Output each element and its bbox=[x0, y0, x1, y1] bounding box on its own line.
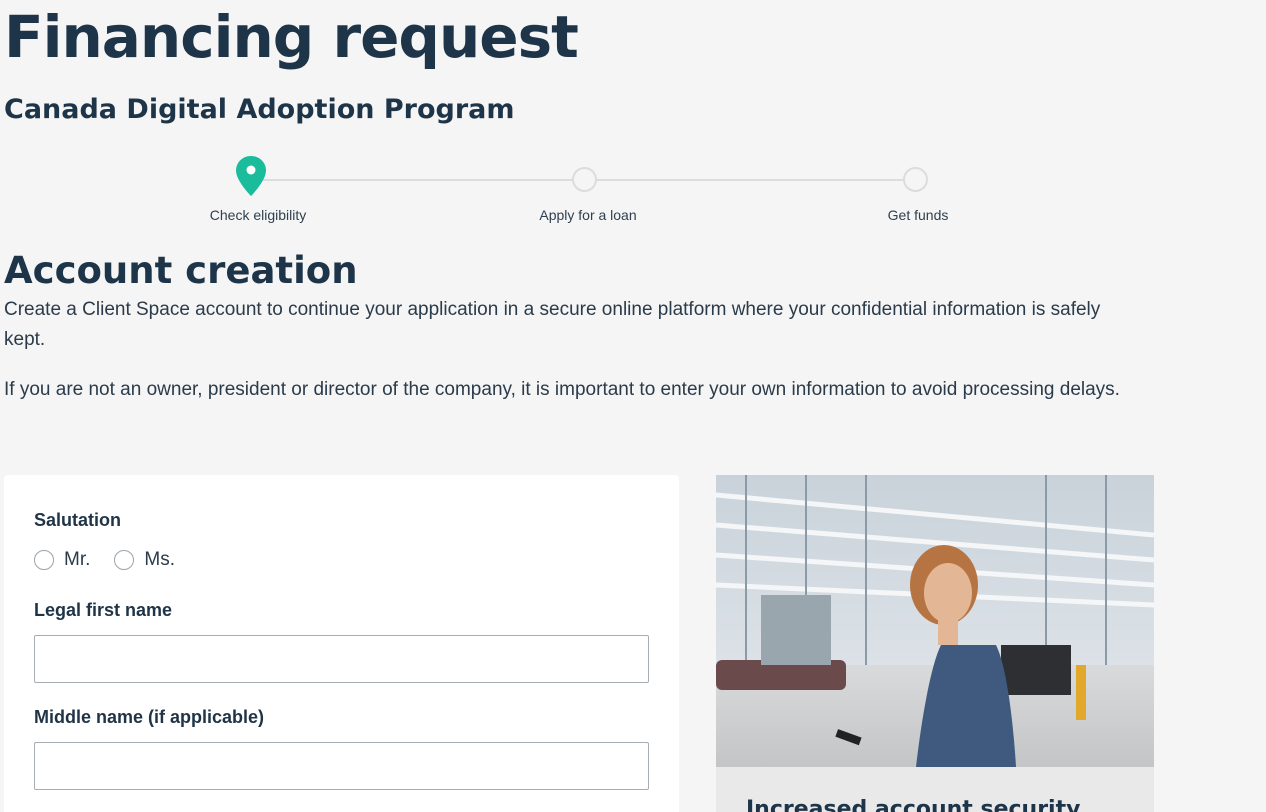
radio-button[interactable] bbox=[34, 550, 54, 570]
intro-paragraph-1: Create a Client Space account to continu… bbox=[4, 299, 1101, 350]
salutation-mr-label: Mr. bbox=[64, 549, 91, 570]
step-3-label: Get funds bbox=[887, 207, 949, 223]
location-pin-icon bbox=[236, 156, 266, 196]
salutation-radio-group: Mr. Ms. bbox=[34, 549, 199, 571]
warehouse-woman-photo bbox=[716, 475, 1154, 767]
middle-name-label: Middle name (if applicable) bbox=[34, 707, 265, 727]
salutation-ms-label: Ms. bbox=[144, 549, 175, 570]
middle-name-field[interactable] bbox=[34, 742, 649, 790]
first-name-label: Legal first name bbox=[34, 600, 173, 620]
step-1-label: Check eligibility bbox=[209, 207, 307, 223]
page-title: Financing request bbox=[4, 3, 579, 71]
security-info-card: Increased account security bbox=[716, 475, 1154, 812]
step-2-marker bbox=[572, 167, 597, 192]
progress-stepper: Check eligibility Apply for a loan Get f… bbox=[0, 150, 1266, 230]
step-3-marker bbox=[903, 167, 928, 192]
page-subtitle: Canada Digital Adoption Program bbox=[4, 94, 515, 125]
intro-paragraph-2: If you are not an owner, president or di… bbox=[4, 379, 1120, 400]
first-name-field[interactable] bbox=[34, 635, 649, 683]
radio-button[interactable] bbox=[114, 550, 135, 570]
account-form: Salutation Mr. Ms. Legal first name Midd… bbox=[4, 475, 679, 812]
step-2-label: Apply for a loan bbox=[539, 207, 637, 223]
section-title: Account creation bbox=[4, 249, 358, 292]
card-bottom: Increased account security bbox=[716, 767, 1154, 812]
salutation-ms-option[interactable]: Ms. bbox=[114, 549, 175, 571]
salutation-label: Salutation bbox=[34, 510, 122, 530]
salutation-mr-option[interactable]: Mr. bbox=[34, 549, 90, 571]
card-heading: Increased account security bbox=[746, 797, 1081, 812]
